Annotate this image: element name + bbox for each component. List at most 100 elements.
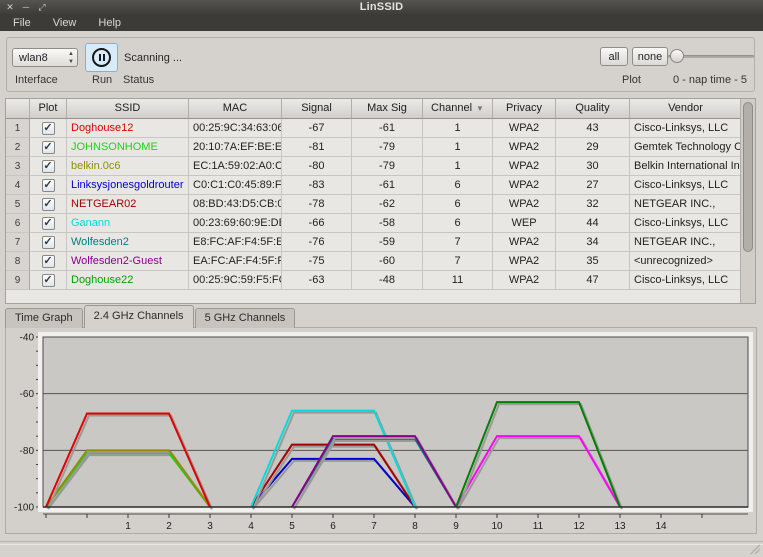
row-number: 8 — [6, 252, 30, 271]
cell-mac: C0:C1:C0:45:89:F8 — [189, 176, 282, 195]
cell-signal: -75 — [282, 252, 352, 271]
cell-privacy: WPA2 — [493, 176, 556, 195]
cell-vendor: <unrecognized> — [630, 252, 741, 271]
plot-checkbox-cell: ✓ — [30, 271, 67, 290]
cell-vendor: Cisco-Linksys, LLC — [630, 214, 741, 233]
plot-checkbox[interactable]: ✓ — [42, 179, 55, 192]
pause-icon — [92, 48, 111, 67]
plot-checkbox-cell: ✓ — [30, 176, 67, 195]
interface-value: wlan8 — [19, 52, 48, 64]
interface-label: Interface — [15, 74, 58, 86]
cell-channel: 7 — [423, 233, 493, 252]
cell-channel: 1 — [423, 119, 493, 138]
cell-max-sig: -60 — [352, 252, 423, 271]
header-channel[interactable]: Channel▼ — [423, 99, 493, 119]
cell-quality: 30 — [556, 157, 630, 176]
header-plot[interactable]: Plot — [30, 99, 67, 119]
channel-chart-panel: -40-60-80-1001234567891011121314 — [5, 327, 757, 534]
menu-help[interactable]: Help — [89, 16, 130, 30]
plot-checkbox[interactable]: ✓ — [42, 217, 55, 230]
header-signal[interactable]: Signal — [282, 99, 352, 119]
cell-mac: E8:FC:AF:F4:5F:EF — [189, 233, 282, 252]
cell-privacy: WPA2 — [493, 138, 556, 157]
plot-checkbox[interactable]: ✓ — [42, 255, 55, 268]
header-vendor[interactable]: Vendor — [630, 99, 741, 119]
cell-ssid: Wolfesden2 — [67, 233, 189, 252]
header-rownum — [6, 99, 30, 119]
cell-mac: 00:25:9C:34:63:06 — [189, 119, 282, 138]
row-number: 6 — [6, 214, 30, 233]
network-table: Plot SSID MAC Signal Max Sig Channel▼ Pr… — [5, 98, 756, 304]
plot-checkbox-cell: ✓ — [30, 214, 67, 233]
cell-channel: 6 — [423, 214, 493, 233]
x-tick-label: 4 — [248, 521, 254, 532]
plot-checkbox[interactable]: ✓ — [42, 160, 55, 173]
cell-ssid: Doghouse22 — [67, 271, 189, 290]
plot-checkbox[interactable]: ✓ — [42, 198, 55, 211]
header-quality[interactable]: Quality — [556, 99, 630, 119]
x-tick-label: 13 — [614, 521, 626, 532]
cell-vendor: Cisco-Linksys, LLC — [630, 176, 741, 195]
cell-quality: 32 — [556, 195, 630, 214]
run-button[interactable] — [85, 43, 118, 72]
row-number: 4 — [6, 176, 30, 195]
plot-none-button[interactable]: none — [632, 47, 668, 66]
cell-vendor: NETGEAR INC., — [630, 195, 741, 214]
header-ssid[interactable]: SSID — [67, 99, 189, 119]
cell-privacy: WPA2 — [493, 233, 556, 252]
cell-max-sig: -59 — [352, 233, 423, 252]
toolbar: wlan8 ▲▼ Scanning ... Interface Run Stat… — [6, 37, 755, 92]
menu-view[interactable]: View — [44, 16, 86, 30]
tab-time-graph[interactable]: Time Graph — [5, 308, 83, 328]
nap-time-label: 0 - nap time - 5 — [673, 74, 747, 86]
interface-select[interactable]: wlan8 ▲▼ — [12, 48, 78, 67]
resize-grip-icon[interactable] — [750, 544, 760, 554]
cell-max-sig: -61 — [352, 176, 423, 195]
cell-max-sig: -48 — [352, 271, 423, 290]
nap-time-slider[interactable] — [668, 49, 754, 63]
sort-descending-icon: ▼ — [476, 104, 484, 113]
cell-privacy: WPA2 — [493, 271, 556, 290]
x-tick-label: 2 — [166, 521, 172, 532]
spinner-arrows-icon[interactable]: ▲▼ — [68, 50, 74, 66]
cell-quality: 47 — [556, 271, 630, 290]
header-privacy[interactable]: Privacy — [493, 99, 556, 119]
plot-checkbox-cell: ✓ — [30, 195, 67, 214]
y-tick-label: -80 — [20, 446, 35, 457]
cell-channel: 6 — [423, 176, 493, 195]
cell-quality: 27 — [556, 176, 630, 195]
cell-signal: -80 — [282, 157, 352, 176]
status-label: Status — [123, 74, 154, 86]
cell-signal: -67 — [282, 119, 352, 138]
table-scrollbar[interactable] — [740, 99, 755, 303]
tab-5ghz-channels[interactable]: 5 GHz Channels — [195, 308, 296, 328]
cell-mac: 00:25:9C:59:F5:FC — [189, 271, 282, 290]
menu-file[interactable]: File — [4, 16, 40, 30]
plot-checkbox[interactable]: ✓ — [42, 274, 55, 287]
linssid-window: ✕ ─ ⤢ LinSSID File View Help wlan8 ▲▼ Sc… — [0, 0, 763, 557]
plot-checkbox[interactable]: ✓ — [42, 141, 55, 154]
menubar: File View Help — [0, 14, 763, 31]
x-tick-label: 9 — [453, 521, 459, 532]
slider-handle[interactable] — [670, 49, 684, 63]
run-label: Run — [92, 74, 112, 86]
row-number: 2 — [6, 138, 30, 157]
row-number: 5 — [6, 195, 30, 214]
cell-signal: -83 — [282, 176, 352, 195]
cell-vendor: Belkin International Inc — [630, 157, 741, 176]
x-tick-label: 8 — [412, 521, 418, 532]
plot-checkbox[interactable]: ✓ — [42, 236, 55, 249]
cell-mac: 20:10:7A:EF:BE:EF — [189, 138, 282, 157]
table-scrollbar-thumb[interactable] — [743, 102, 753, 252]
plot-checkbox[interactable]: ✓ — [42, 122, 55, 135]
plot-all-button[interactable]: all — [600, 47, 628, 66]
cell-channel: 6 — [423, 195, 493, 214]
cell-privacy: WEP — [493, 214, 556, 233]
header-mac[interactable]: MAC — [189, 99, 282, 119]
header-max-sig[interactable]: Max Sig — [352, 99, 423, 119]
cell-quality: 44 — [556, 214, 630, 233]
channel-chart: -40-60-80-1001234567891011121314 — [6, 328, 756, 533]
plot-checkbox-cell: ✓ — [30, 233, 67, 252]
tab-24ghz-channels[interactable]: 2.4 GHz Channels — [84, 305, 194, 328]
cell-signal: -63 — [282, 271, 352, 290]
